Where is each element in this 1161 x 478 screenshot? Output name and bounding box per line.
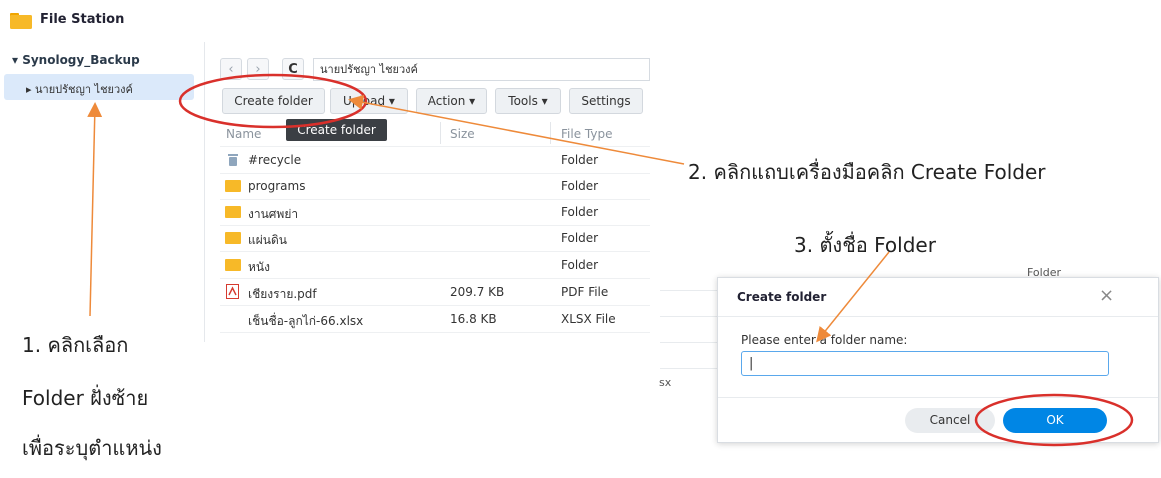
step3-arrow: [816, 251, 890, 343]
create-folder-highlight: [178, 73, 368, 129]
ok-button-highlight: [974, 393, 1134, 447]
annotation-overlay: [87, 73, 1134, 447]
step2-arrow: [348, 94, 685, 165]
step1-arrow: [87, 102, 103, 317]
